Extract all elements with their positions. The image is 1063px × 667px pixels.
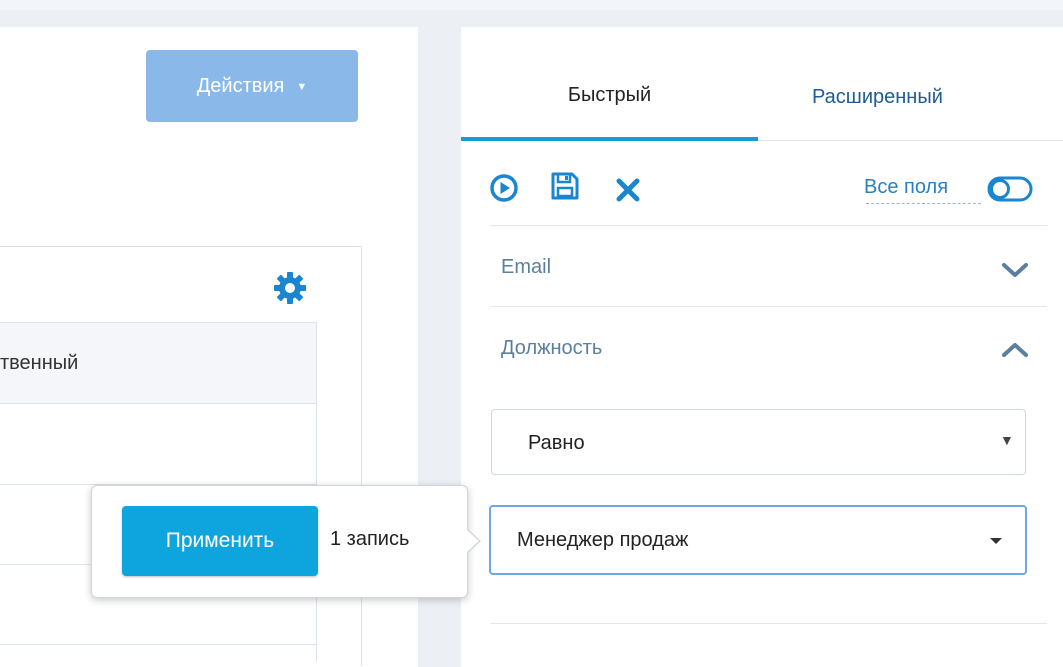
all-fields-link[interactable]: Все поля xyxy=(864,176,948,199)
apply-button-label: Применить xyxy=(165,529,275,552)
all-fields-underline xyxy=(866,203,981,204)
divider xyxy=(490,623,1047,624)
actions-button-label: Действия xyxy=(196,74,285,97)
chevron-up-icon[interactable] xyxy=(1000,340,1030,360)
toggle-off-icon[interactable] xyxy=(987,176,1033,202)
popover-arrow xyxy=(466,529,479,553)
apply-button[interactable]: Применить xyxy=(122,506,318,576)
caret-down-icon: ▼ xyxy=(296,81,308,93)
divider xyxy=(490,225,1047,226)
close-icon[interactable] xyxy=(612,174,644,206)
actions-dropdown-button[interactable]: Действия ▼ xyxy=(146,50,358,122)
active-tab-indicator xyxy=(461,137,758,141)
section-email-title[interactable]: Email xyxy=(501,256,551,279)
section-position-title[interactable]: Должность xyxy=(501,337,602,360)
chevron-down-icon[interactable] xyxy=(1000,260,1030,280)
gear-icon[interactable] xyxy=(272,270,308,306)
select-arrow-icon: ▼ xyxy=(1000,432,1014,448)
floppy-disk-icon[interactable] xyxy=(549,170,581,202)
operator-select-value: Равно xyxy=(528,432,585,454)
column-header[interactable]: твенный xyxy=(0,352,78,375)
divider xyxy=(490,306,1047,307)
table-row-divider xyxy=(0,644,316,645)
record-count: 1 запись xyxy=(330,528,410,550)
tab-quick[interactable]: Быстрый xyxy=(461,84,758,107)
top-strip xyxy=(0,0,1063,10)
tab-advanced[interactable]: Расширенный xyxy=(812,86,943,109)
play-circle-icon[interactable] xyxy=(488,172,520,204)
position-value-text: Менеджер продаж xyxy=(517,529,689,551)
caret-down-icon xyxy=(990,538,1002,544)
